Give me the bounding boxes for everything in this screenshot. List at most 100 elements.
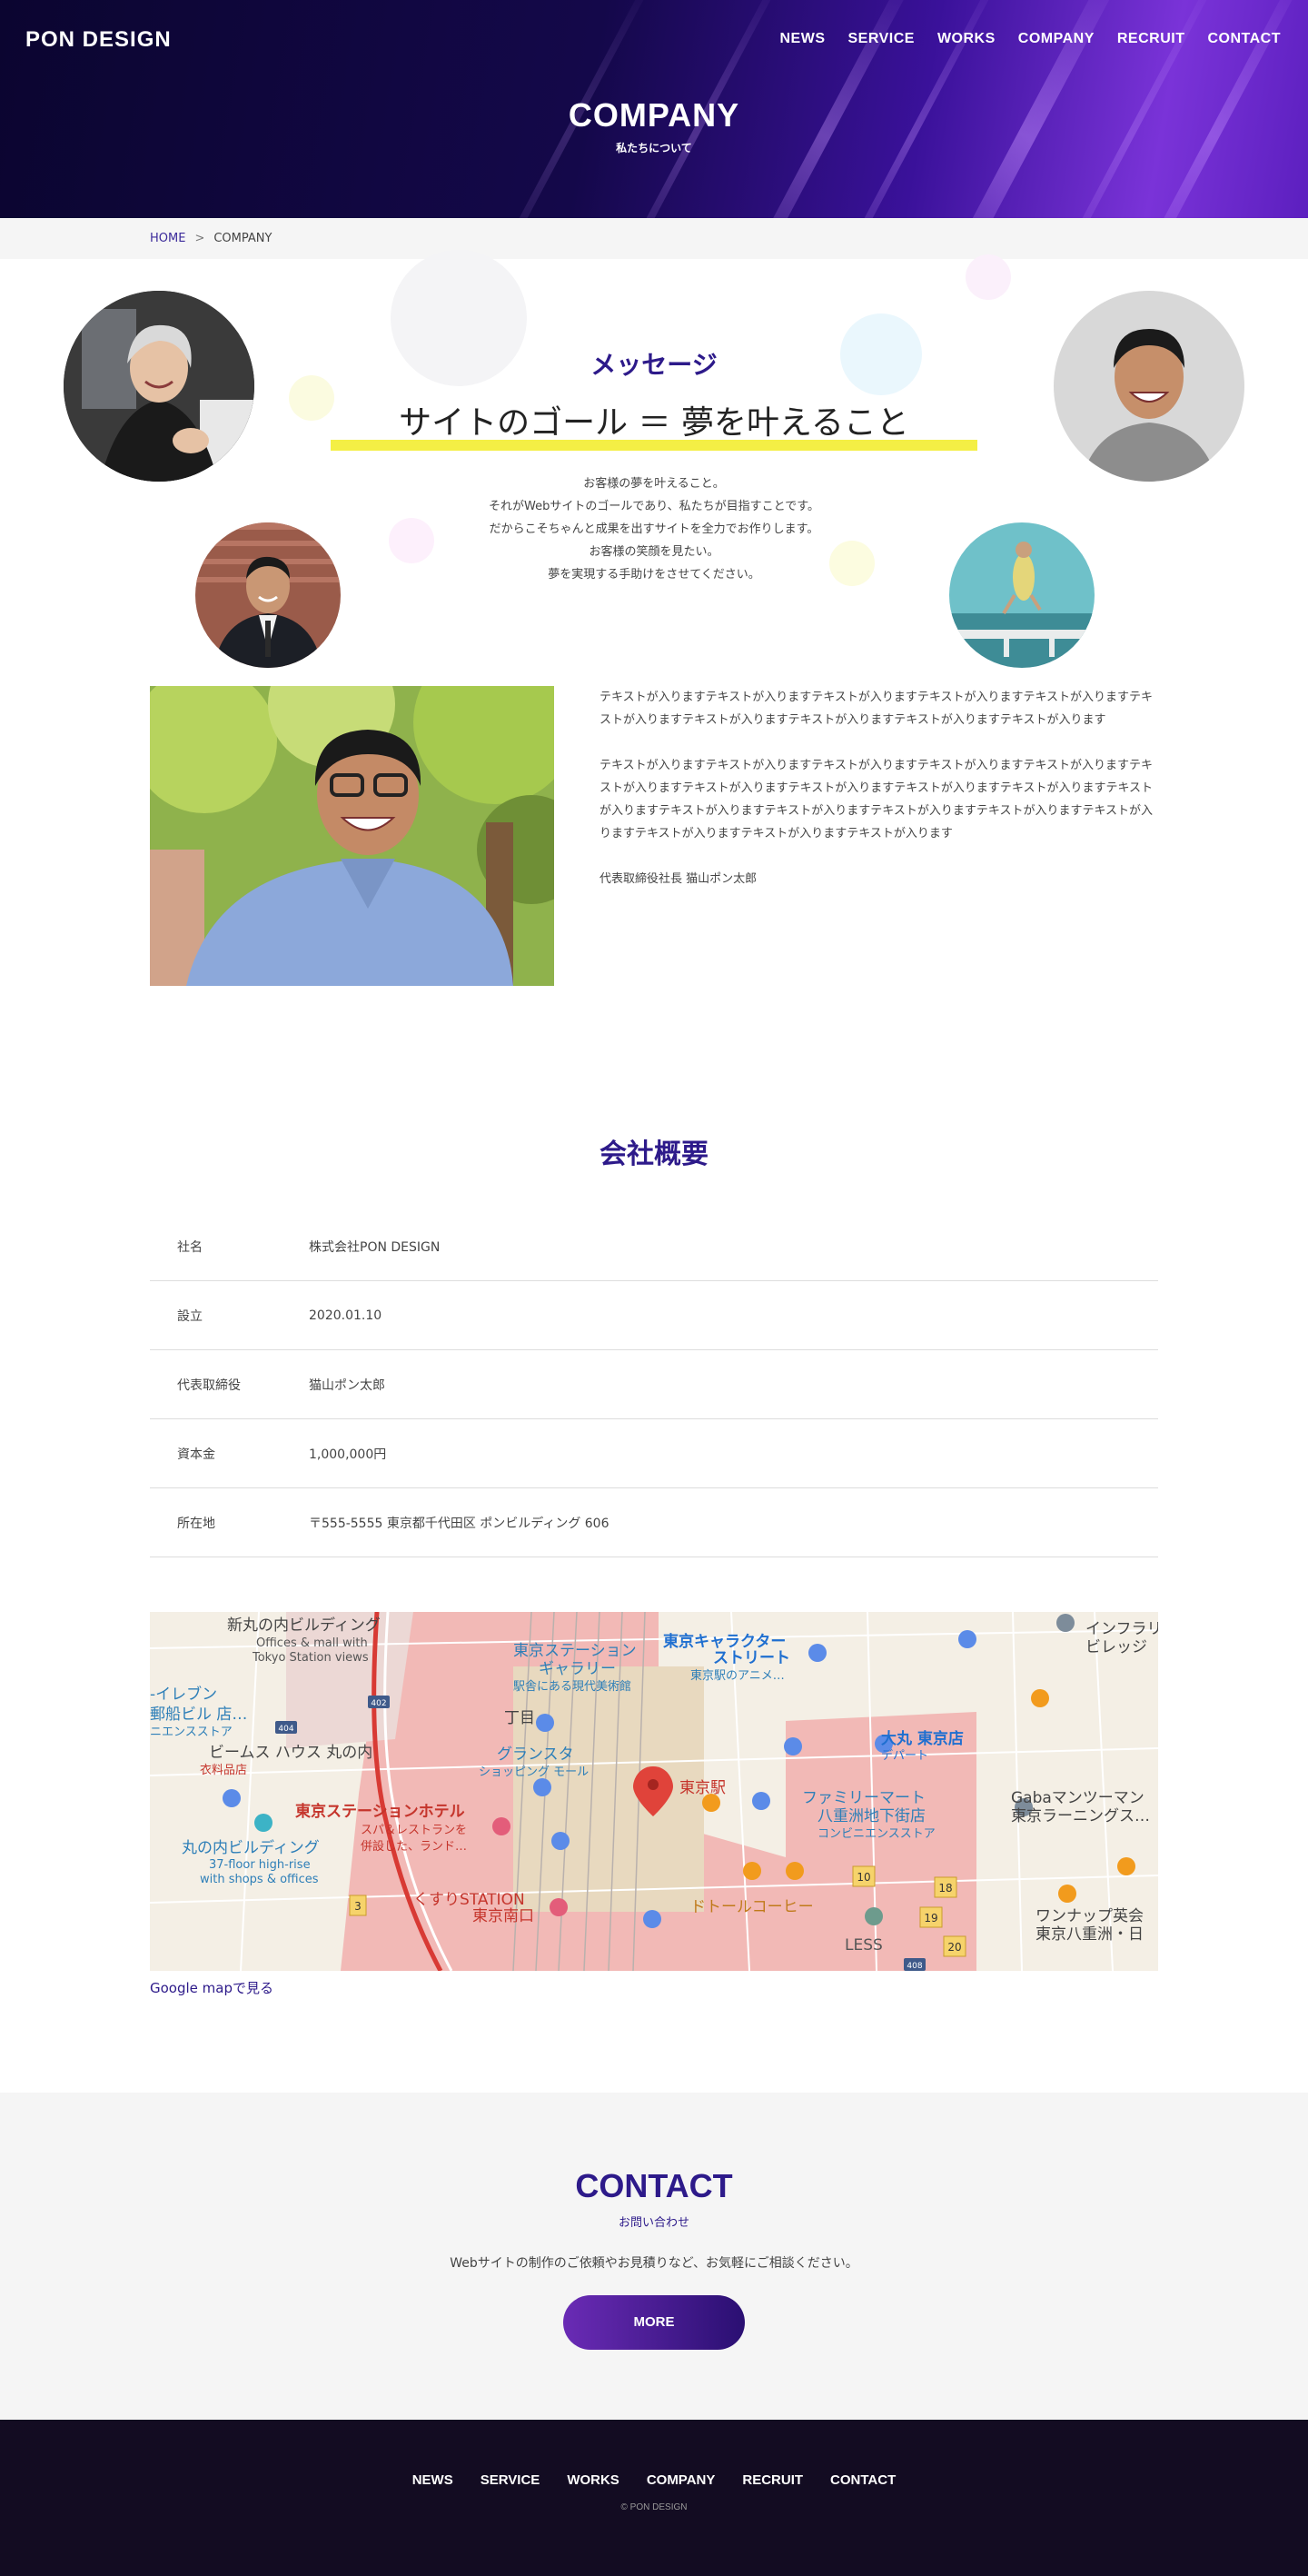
contact-description: Webサイトの制作のご依頼やお見積りなど、お気軽にご相談ください。: [450, 2256, 858, 2271]
row-value: 2020.01.10: [309, 1308, 382, 1323]
page-subtitle: 私たちについて: [616, 142, 692, 154]
map-label: ギャラリー: [539, 1660, 616, 1678]
map-marker-label: 19: [924, 1912, 937, 1925]
map-label: ショッピング モール: [479, 1765, 589, 1779]
table-row: 代表取締役 猫山ポン太郎: [150, 1350, 1158, 1419]
contact-heading: CONTACT: [575, 2167, 733, 2204]
row-value: 〒555-5555 東京都千代田区 ポンビルディング 606: [309, 1516, 609, 1531]
route-shield-label: 404: [278, 1725, 293, 1734]
ceo-signature: 代表取締役社長 猫山ポン太郎: [600, 872, 758, 886]
message-heading: メッセージ: [590, 350, 718, 380]
map-label: ビームス ハウス 丸の内: [209, 1744, 372, 1762]
map-label: 新丸の内ビルディング: [227, 1616, 381, 1635]
nav-item-service[interactable]: SERVICE: [847, 31, 914, 47]
footer-nav-recruit[interactable]: RECRUIT: [742, 2472, 803, 2488]
map-label: ドトールコーヒー: [690, 1898, 814, 1916]
more-button[interactable]: MORE: [563, 2295, 745, 2350]
footer-nav-works[interactable]: WORKS: [567, 2472, 619, 2488]
site-footer: NEWS SERVICE WORKS COMPANY RECRUIT CONTA…: [0, 2420, 1308, 2576]
row-label: 社名: [177, 1239, 203, 1255]
global-nav: NEWS SERVICE WORKS COMPANY RECRUIT CONTA…: [779, 31, 1281, 47]
map-label: ワンナップ英会: [1036, 1907, 1144, 1925]
map-label: with shops & offices: [200, 1873, 319, 1886]
ceo-profile-section: テキストが入りますテキストが入りますテキストが入りますテキストが入りますテキスト…: [0, 686, 1308, 1131]
message-line: 夢を実現する手助けをさせてください。: [548, 568, 760, 582]
row-label: 設立: [177, 1308, 203, 1324]
map-label: 八重洲地下街店: [818, 1807, 926, 1825]
message-line: だからこそちゃんと成果を出すサイトを全力でお作りします。: [489, 522, 819, 536]
nav-item-company[interactable]: COMPANY: [1018, 31, 1095, 47]
footer-nav: NEWS SERVICE WORKS COMPANY RECRUIT CONTA…: [0, 2472, 1308, 2488]
table-row: 所在地 〒555-5555 東京都千代田区 ポンビルディング 606: [150, 1488, 1158, 1557]
footer-nav-contact[interactable]: CONTACT: [830, 2472, 896, 2488]
site-logo[interactable]: PON DESIGN: [25, 27, 172, 53]
map-label: Offices & mall with: [256, 1636, 368, 1650]
map-label: Gabaマンツーマン: [1011, 1789, 1144, 1807]
footer-nav-service[interactable]: SERVICE: [481, 2472, 540, 2488]
profile-paragraph: テキストが入りますテキストが入りますテキストが入りますテキストが入りますテキスト…: [600, 759, 1154, 840]
page-title: COMPANY: [568, 96, 740, 134]
map-label: 東京八重洲・日: [1036, 1925, 1144, 1944]
map-marker-label: 20: [947, 1941, 961, 1954]
map-label: 郵船ビル 店…: [150, 1706, 247, 1724]
map-label: 東京ステーション: [513, 1642, 637, 1660]
row-label: 代表取締役: [177, 1378, 241, 1393]
map-label: 東京ステーションホテル: [295, 1802, 465, 1821]
message-catch-text: サイトのゴール ＝ 夢を叶えること: [399, 404, 909, 442]
breadcrumb-current: COMPANY: [213, 232, 272, 245]
map-label: 丸の内ビルディング: [182, 1838, 320, 1857]
company-overview-section: 会社概要 社名 株式会社PON DESIGN 設立 2020.01.10 代表取…: [0, 1131, 1308, 1997]
nav-item-works[interactable]: WORKS: [937, 31, 996, 47]
nav-item-news[interactable]: NEWS: [779, 31, 825, 47]
breadcrumb-home-link[interactable]: HOME: [150, 232, 185, 245]
map-label: ニエンスストア: [150, 1726, 233, 1739]
map-marker-label: 10: [857, 1871, 870, 1884]
breadcrumb-separator: >: [194, 232, 205, 245]
footer-nav-company[interactable]: COMPANY: [647, 2472, 716, 2488]
table-row: 社名 株式会社PON DESIGN: [150, 1212, 1158, 1281]
map-label: 東京駅: [679, 1779, 726, 1797]
google-map[interactable]: 402 404 408 10 18 19 20 3 東京駅 新丸の内ビルディング…: [150, 1612, 1158, 1971]
map-label: -イレブン: [150, 1685, 217, 1704]
map-label: 東京キャラクター: [663, 1632, 786, 1651]
ceo-profile-text: テキストが入りますテキストが入りますテキストが入りますテキストが入りますテキスト…: [600, 686, 1158, 913]
nav-item-contact[interactable]: CONTACT: [1207, 31, 1281, 47]
map-label: 大丸 東京店: [881, 1729, 964, 1748]
map-label: ビレッジ: [1085, 1638, 1147, 1656]
google-map-link[interactable]: Google mapで見る: [150, 1978, 273, 1997]
message-line: お客様の笑顔を見たい。: [589, 545, 719, 559]
row-label: 所在地: [177, 1516, 215, 1531]
map-marker-label: 18: [938, 1882, 952, 1895]
message-line: お客様の夢を叶えること。: [583, 477, 725, 491]
ceo-photo: [150, 686, 554, 986]
map-label: グランスタ: [497, 1746, 574, 1764]
table-row: 資本金 1,000,000円: [150, 1419, 1158, 1488]
message-body: お客様の夢を叶えること。 それがWebサイトのゴールであり、私たちが目指すことで…: [0, 472, 1308, 586]
map-label: 駅舎にある現代美術館: [513, 1680, 631, 1694]
map-label: 東京駅のアニメ…: [690, 1668, 785, 1683]
message-block: メッセージ サイトのゴール ＝ 夢を叶えること お客様の夢を叶えること。 それが…: [0, 345, 1308, 586]
table-row: 設立 2020.01.10: [150, 1281, 1158, 1350]
overview-table: 社名 株式会社PON DESIGN 設立 2020.01.10 代表取締役 猫山…: [150, 1212, 1158, 1557]
copyright: © PON DESIGN: [620, 2502, 688, 2512]
message-line: それがWebサイトのゴールであり、私たちが目指すことです。: [488, 500, 819, 513]
map-label: Tokyo Station views: [252, 1651, 369, 1665]
page-title-block: COMPANY 私たちについて: [0, 96, 1308, 155]
message-catchphrase: サイトのゴール ＝ 夢を叶えること: [331, 396, 977, 451]
overview-heading: 会社概要: [600, 1139, 708, 1170]
map-label: スパ＆レストランを: [361, 1824, 467, 1837]
map-label: 衣料品店: [200, 1763, 247, 1777]
decorative-circle: [966, 254, 1011, 300]
route-shield-label: 408: [907, 1962, 922, 1971]
profile-paragraph: テキストが入りますテキストが入りますテキストが入りますテキストが入りますテキスト…: [600, 691, 1154, 727]
nav-item-recruit[interactable]: RECRUIT: [1117, 31, 1185, 47]
map-label: 丁目: [504, 1709, 535, 1727]
map-label: 東京南口: [472, 1907, 534, 1925]
footer-nav-news[interactable]: NEWS: [412, 2472, 453, 2488]
row-value: 猫山ポン太郎: [309, 1378, 385, 1393]
map-label: くすりSTATION: [413, 1891, 525, 1909]
breadcrumb: HOME > COMPANY: [0, 218, 1308, 259]
map-block: 402 404 408 10 18 19 20 3 東京駅 新丸の内ビルディング…: [150, 1612, 1158, 1997]
contact-subheading: お問い合わせ: [618, 2216, 689, 2230]
map-label: インフラリー: [1085, 1620, 1158, 1638]
